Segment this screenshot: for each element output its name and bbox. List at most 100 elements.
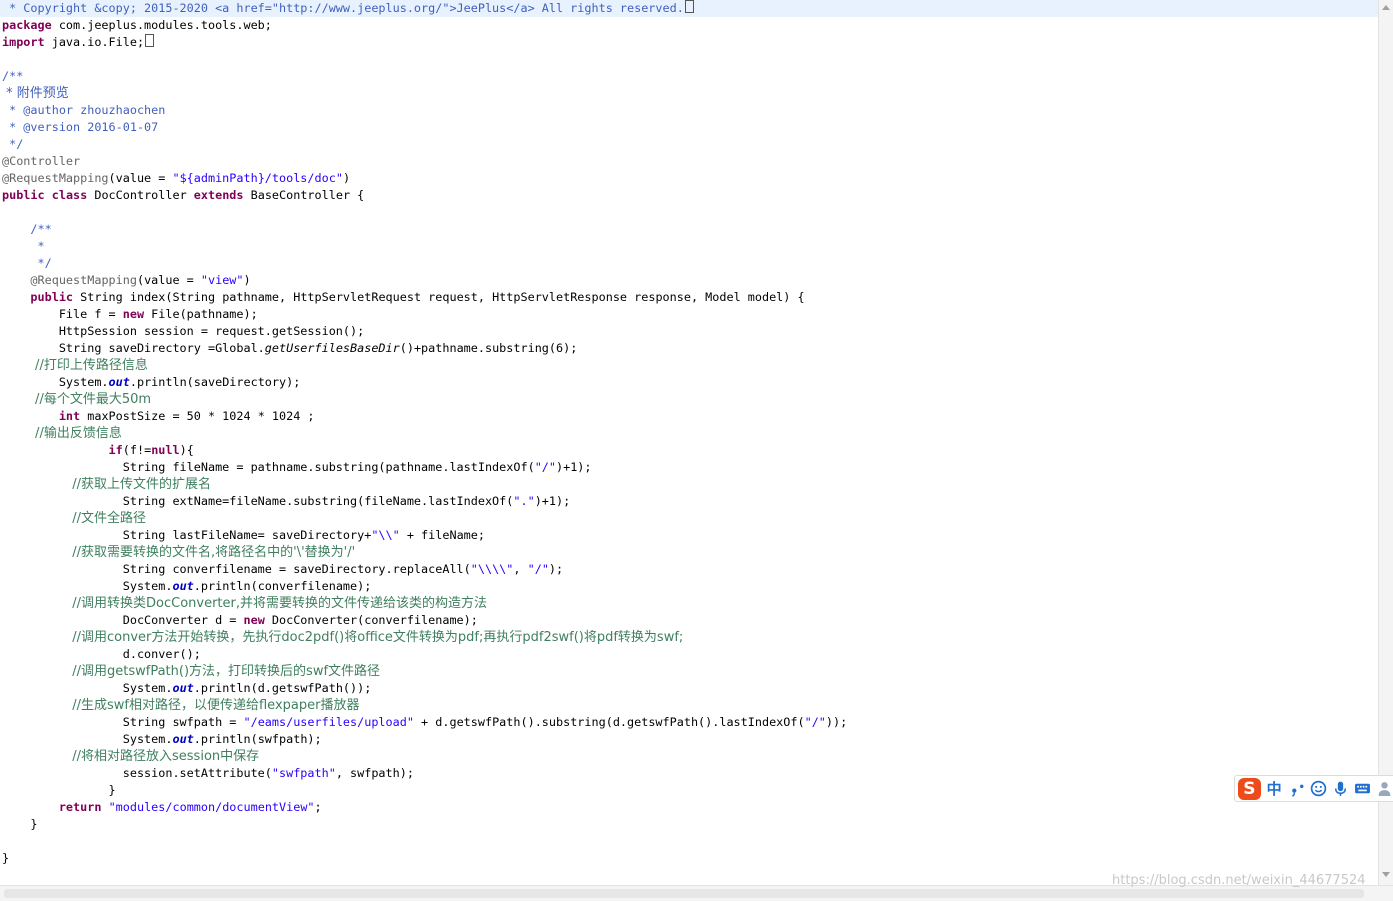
code-line: public String index(String pathname, Htt… [2,289,805,306]
code-text: //输出反馈信息 [2,426,122,441]
code-text: DocConverter d = new DocConverter(conver… [2,613,478,627]
scroll-up-arrow-icon[interactable] [1382,5,1390,10]
microphone-icon[interactable] [1331,779,1350,799]
code-text: @Controller [2,154,81,168]
code-text: @RequestMapping(value = "${adminPath}/to… [2,171,351,185]
code-text: * @version 2016-01-07 [2,120,159,134]
code-text: /** [2,69,24,83]
code-line: d.conver(); [2,646,201,663]
code-text: /** [2,222,52,236]
code-line: int maxPostSize = 50 * 1024 * 1024 ; [2,408,315,425]
code-line: String fileName = pathname.substring(pat… [2,459,592,476]
code-line: //调用转换类DocConverter,并将需要转换的文件传递给该类的构造方法 [2,595,487,612]
code-line: String converfilename = saveDirectory.re… [2,561,563,578]
code-line: /** [2,221,52,238]
code-text: System.out.println(d.getswfPath()); [2,681,372,695]
code-text: String extName=fileName.substring(fileNa… [2,494,571,508]
code-text: } [2,817,38,831]
code-line: //打印上传路径信息 [2,357,148,374]
code-text: * Copyright &copy; 2015-2020 <a href="ht… [2,1,684,15]
code-text: //调用getswfPath()方法，打印转换后的swf文件路径 [2,664,381,679]
code-editor[interactable]: * Copyright &copy; 2015-2020 <a href="ht… [0,0,1378,885]
code-text: //每个文件最大50m [2,392,152,407]
horizontal-scroll-thumb[interactable] [4,889,1364,898]
code-line: String extName=fileName.substring(fileNa… [2,493,570,510]
code-line: String lastFileName= saveDirectory+"\\" … [2,527,485,544]
sogou-logo-icon[interactable]: S [1238,777,1261,800]
code-text: public class DocController extends BaseC… [2,188,365,202]
code-line: String swfpath = "/eams/userfiles/upload… [2,714,847,731]
folded-block-marker-icon[interactable] [145,34,155,47]
code-line: * Copyright &copy; 2015-2020 <a href="ht… [0,0,1378,17]
code-text: String fileName = pathname.substring(pat… [2,460,592,474]
keyboard-icon[interactable] [1353,779,1372,799]
ime-toolbar[interactable]: S 中 [1234,775,1393,802]
code-text: //调用conver方法开始转换，先执行doc2pdf()将office文件转换… [2,630,684,645]
code-line: @RequestMapping(value = "${adminPath}/to… [2,170,350,187]
code-text: @RequestMapping(value = "view") [30,273,251,287]
code-line: HttpSession session = request.getSession… [2,323,364,340]
code-text: public String index(String pathname, Htt… [30,290,805,304]
code-line: //生成swf相对路径，以便传递给flexpaper播放器 [2,697,359,714]
watermark: https://blog.csdn.net/weixin_44677524 [1112,873,1366,888]
code-line: //文件全路径 [2,510,146,527]
code-line: System.out.println(saveDirectory); [2,374,301,391]
code-line: public class DocController extends BaseC… [2,187,364,204]
code-text: String lastFileName= saveDirectory+"\\" … [2,528,485,542]
code-text: */ [2,256,52,270]
code-text: d.conver(); [2,647,201,661]
code-line: } [2,816,38,833]
code-text: //将相对路径放入session中保存 [2,749,260,764]
code-text: import java.io.File; [2,35,145,49]
code-line: package com.jeeplus.modules.tools.web; [2,17,272,34]
code-text: //打印上传路径信息 [2,358,148,373]
code-text: int maxPostSize = 50 * 1024 * 1024 ; [58,409,315,423]
code-text: //文件全路径 [2,511,147,526]
user-icon[interactable] [1375,779,1393,799]
code-line: /** [2,68,23,85]
code-line: * @author zhouzhaochen [2,102,165,119]
code-text: String converfilename = saveDirectory.re… [2,562,564,576]
code-line: File f = new File(pathname); [2,306,258,323]
code-line: */ [2,136,23,153]
emoji-icon[interactable] [1310,779,1329,799]
code-text: //获取需要转换的文件名,将路径名中的'\'替换为'/' [2,545,356,560]
code-text: return "modules/common/documentView"; [58,800,322,814]
code-line: import java.io.File; [2,34,155,51]
vertical-scrollbar[interactable] [1378,0,1393,885]
code-line: System.out.println(swfpath); [2,731,322,748]
code-text: System.out.println(saveDirectory); [2,375,301,389]
code-text: HttpSession session = request.getSession… [2,324,365,338]
code-text: * [2,239,45,253]
code-line: String saveDirectory =Global.getUserfile… [2,340,578,357]
code-text: package com.jeeplus.modules.tools.web; [2,18,272,32]
code-line: @RequestMapping(value = "view") [2,272,251,289]
code-text: } [2,783,116,797]
code-line: * @version 2016-01-07 [2,119,158,136]
folded-block-marker-icon[interactable] [684,0,694,13]
code-text: if(f!=null){ [108,443,194,457]
punctuation-icon[interactable] [1288,779,1307,799]
code-line: } [2,850,9,867]
code-line: System.out.println(d.getswfPath()); [2,680,372,697]
code-line: //获取需要转换的文件名,将路径名中的'\'替换为'/' [2,544,355,561]
code-text: } [2,851,10,865]
code-line: return "modules/common/documentView"; [2,799,322,816]
code-line: System.out.println(converfilename); [2,578,372,595]
scroll-down-arrow-icon[interactable] [1382,872,1390,877]
code-text: //获取上传文件的扩展名 [2,477,212,492]
code-line: */ [2,255,52,272]
code-line: //调用conver方法开始转换，先执行doc2pdf()将office文件转换… [2,629,683,646]
code-line: //将相对路径放入session中保存 [2,748,259,765]
code-line: //每个文件最大50m [2,391,151,408]
code-line: } [2,782,116,799]
input-mode-toggle[interactable]: 中 [1264,778,1285,799]
code-line: //输出反馈信息 [2,425,122,442]
code-text: session.setAttribute("swfpath", swfpath)… [2,766,414,780]
code-line: * 附件预览 [2,85,69,102]
code-line: DocConverter d = new DocConverter(conver… [2,612,478,629]
code-text: File f = new File(pathname); [2,307,258,321]
code-line: @Controller [2,153,80,170]
code-text: System.out.println(swfpath); [2,732,322,746]
code-text: * 附件预览 [2,86,69,101]
